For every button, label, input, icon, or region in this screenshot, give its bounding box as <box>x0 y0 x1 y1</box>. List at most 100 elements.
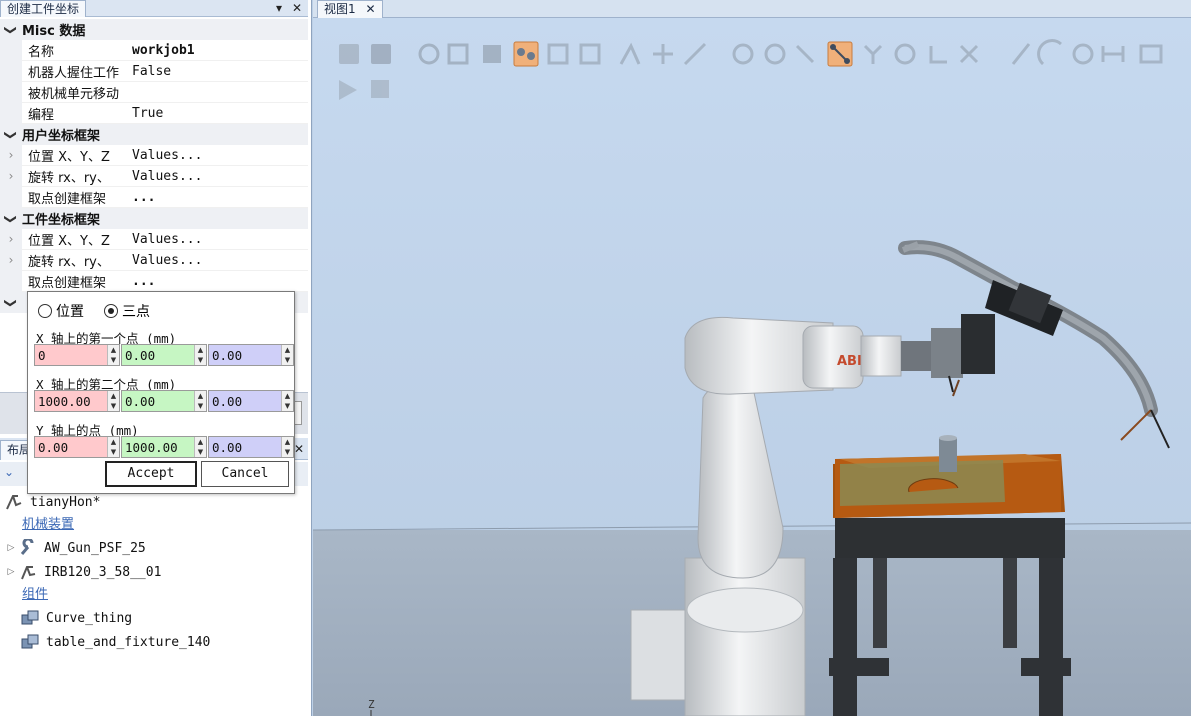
pin-icon[interactable]: ▾ <box>272 0 286 16</box>
chevron-down-icon[interactable]: ❯ <box>4 292 18 314</box>
section-user-frame[interactable]: ❯ 用户坐标框架 <box>0 124 308 145</box>
close-icon[interactable]: ✕ <box>365 2 375 16</box>
prop-row-user-position[interactable]: › 位置 X、Y、Z Values... <box>0 144 308 166</box>
tree-item-table[interactable]: table_and_fixture_140 <box>0 630 308 654</box>
panel-tab-create-workobject[interactable]: 创建工件坐标 <box>0 0 87 17</box>
chevron-right-icon[interactable]: › <box>0 165 22 187</box>
tree-item-label: Curve_thing <box>46 610 133 626</box>
prop-value-programmed[interactable]: True <box>128 106 163 121</box>
spinner-arrows[interactable]: ▲ ▼ <box>194 437 206 457</box>
row-gutter <box>0 60 22 82</box>
radio-position[interactable]: 位置 <box>38 301 84 321</box>
close-icon[interactable]: ✕ <box>290 0 304 16</box>
row-gutter <box>0 270 22 292</box>
robot-icon <box>21 566 36 580</box>
row-gutter <box>0 186 22 208</box>
spinner-arrows[interactable]: ▲ ▼ <box>194 391 206 411</box>
view-all-icon[interactable] <box>339 44 359 64</box>
spin-x1-y[interactable]: ▲▼ <box>121 344 207 366</box>
frame-mode-radio-group: 位置 三点 <box>38 301 150 321</box>
expand-triangle-icon[interactable]: ▷ <box>4 567 18 577</box>
spinner-arrows[interactable]: ▲ ▼ <box>281 345 293 365</box>
spin-x2-x[interactable]: ▲▼ <box>34 390 120 412</box>
spinner-arrows[interactable]: ▲ ▼ <box>194 345 206 365</box>
spinner-arrows[interactable]: ▲ ▼ <box>107 345 119 365</box>
tree-item-curve-thing[interactable]: Curve_thing <box>0 606 308 630</box>
spin-x2-z[interactable]: ▲▼ <box>208 390 294 412</box>
prop-value-held[interactable]: False <box>128 64 171 79</box>
spin-x1-x[interactable]: ▲▼ <box>34 344 120 366</box>
input-x2-z[interactable] <box>209 391 281 411</box>
prop-row-name[interactable]: 名称 workjob1 <box>0 39 308 61</box>
stop-icon[interactable] <box>371 80 389 98</box>
prop-row-user-rotation[interactable]: › 旋转 rx、ry、 Values... <box>0 165 308 187</box>
section-object-frame[interactable]: ❯ 工件坐标框架 <box>0 208 308 229</box>
prop-value-name[interactable]: workjob1 <box>128 43 195 58</box>
input-x1-z[interactable] <box>209 345 281 365</box>
prop-row-user-pick[interactable]: 取点创建框架 ... <box>0 186 308 208</box>
tab-view1[interactable]: 视图1 ✕ <box>317 0 383 18</box>
3d-viewport[interactable]: 视图1 ✕ ABB Z <box>313 0 1191 716</box>
input-y-x[interactable] <box>35 437 107 457</box>
radio-three-point[interactable]: 三点 <box>104 301 150 321</box>
select-body-icon[interactable] <box>483 45 501 63</box>
prop-value-object-rotation[interactable]: Values... <box>128 253 202 268</box>
prop-label: 机器人握住工作 <box>28 65 120 81</box>
prop-value-user-rotation[interactable]: Values... <box>128 169 202 184</box>
cancel-button[interactable]: Cancel <box>201 461 289 487</box>
section-misc[interactable]: ❯ Misc 数据 <box>0 19 308 40</box>
input-x2-x[interactable] <box>35 391 107 411</box>
row-gutter <box>0 102 22 124</box>
spin-x2-y[interactable]: ▲▼ <box>121 390 207 412</box>
prop-row-held[interactable]: 机器人握住工作 False <box>0 60 308 82</box>
prop-row-object-rotation[interactable]: › 旋转 rx、ry、 Values... <box>0 249 308 271</box>
prop-label: 位置 X、Y、Z <box>28 233 110 249</box>
prop-row-object-pick[interactable]: 取点创建框架 ... <box>0 270 308 292</box>
group-components[interactable]: 组件 <box>0 584 308 606</box>
group-mechanisms[interactable]: 机械装置 <box>0 514 308 536</box>
input-x1-x[interactable] <box>35 345 107 365</box>
chevron-right-icon[interactable]: › <box>0 228 22 250</box>
scene-canvas[interactable]: ABB Z <box>313 18 1191 716</box>
input-y-y[interactable] <box>122 437 194 457</box>
fields-y-axis-point: ▲▼ ▲▼ ▲▼ <box>34 436 294 458</box>
spin-y-y[interactable]: ▲▼ <box>121 436 207 458</box>
chevron-down-icon[interactable]: ❯ <box>4 208 18 230</box>
spin-y-z[interactable]: ▲▼ <box>208 436 294 458</box>
input-x1-y[interactable] <box>122 345 194 365</box>
expand-triangle-icon[interactable]: ▷ <box>4 543 18 553</box>
input-y-z[interactable] <box>209 437 281 457</box>
station-icon <box>6 495 22 510</box>
spinner-arrows[interactable]: ▲ ▼ <box>281 391 293 411</box>
section-label: 工件坐标框架 <box>22 213 101 228</box>
prop-row-moved[interactable]: 被机械单元移动 <box>0 81 308 103</box>
prop-value-user-pick[interactable]: ... <box>128 190 155 205</box>
spinner-arrows[interactable]: ▲ ▼ <box>107 437 119 457</box>
chevron-right-icon[interactable]: › <box>0 144 22 166</box>
chevron-right-icon[interactable]: › <box>0 249 22 271</box>
view-tab-bar: 视图1 ✕ <box>313 0 1191 18</box>
view-center-icon[interactable] <box>371 44 391 64</box>
prop-row-object-position[interactable]: › 位置 X、Y、Z Values... <box>0 228 308 250</box>
chevron-down-icon[interactable]: ❯ <box>4 19 18 41</box>
prop-value-object-pick[interactable]: ... <box>128 274 155 289</box>
prop-row-programmed[interactable]: 编程 True <box>0 102 308 124</box>
spin-y-x[interactable]: ▲▼ <box>34 436 120 458</box>
prop-value-object-position[interactable]: Values... <box>128 232 202 247</box>
radio-unchecked-icon[interactable] <box>38 304 52 318</box>
spinner-arrows[interactable]: ▲ ▼ <box>107 391 119 411</box>
tree-item-gun[interactable]: ▷ AW_Gun_PSF_25 <box>0 536 308 560</box>
radio-checked-icon[interactable] <box>104 304 118 318</box>
tree-item-robot[interactable]: ▷ IRB120_3_58__01 <box>0 560 308 584</box>
accept-button[interactable]: Accept <box>105 461 197 487</box>
spin-x1-z[interactable]: ▲▼ <box>208 344 294 366</box>
chevron-down-icon[interactable]: ❯ <box>4 124 18 146</box>
prop-label: 取点创建框架 <box>28 191 107 207</box>
prop-value-user-position[interactable]: Values... <box>128 148 202 163</box>
tree-item-label: table_and_fixture_140 <box>46 634 211 650</box>
input-x2-y[interactable] <box>122 391 194 411</box>
station-name: tianyHon* <box>30 494 101 510</box>
layout-tree: tianyHon* 机械装置 ▷ AW_Gun_PSF_25 ▷ IRB120_… <box>0 490 308 654</box>
chevron-double-down-icon[interactable]: ⌄ <box>4 465 14 479</box>
spinner-arrows[interactable]: ▲ ▼ <box>281 437 293 457</box>
